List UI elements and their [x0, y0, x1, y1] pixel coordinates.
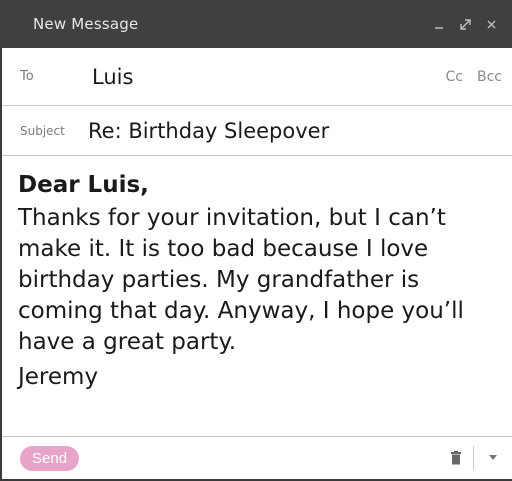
to-label: To	[20, 69, 34, 84]
to-row[interactable]: To Luis Cc Bcc	[2, 48, 512, 106]
cc-link[interactable]: Cc	[446, 69, 463, 85]
bcc-link[interactable]: Bcc	[477, 69, 502, 85]
chevron-down-icon[interactable]	[484, 447, 502, 469]
compose-title: New Message	[33, 15, 139, 33]
footer-divider	[473, 446, 474, 470]
send-button[interactable]: Send	[20, 445, 80, 471]
popout-icon[interactable]	[454, 13, 476, 35]
compose-titlebar: New Message	[0, 0, 512, 48]
to-field[interactable]: Luis	[92, 65, 432, 89]
message-signature: Jeremy	[18, 364, 99, 390]
minimize-icon[interactable]	[428, 13, 450, 35]
message-body[interactable]: Dear Luis, Thanks for your invitation, b…	[18, 170, 506, 393]
subject-row[interactable]: Subject Re: Birthday Sleepover	[2, 106, 512, 156]
subject-field[interactable]: Re: Birthday Sleepover	[88, 119, 502, 143]
trash-icon[interactable]	[445, 447, 467, 469]
compose-footer: Send	[2, 436, 512, 479]
compose-window: New Message To Luis Cc Bcc Subject Re: B…	[0, 0, 512, 481]
message-greeting: Dear Luis,	[18, 172, 149, 198]
subject-label: Subject	[20, 123, 65, 138]
message-text: Thanks for your invitation, but I can’t …	[18, 205, 464, 355]
close-icon[interactable]	[480, 13, 502, 35]
